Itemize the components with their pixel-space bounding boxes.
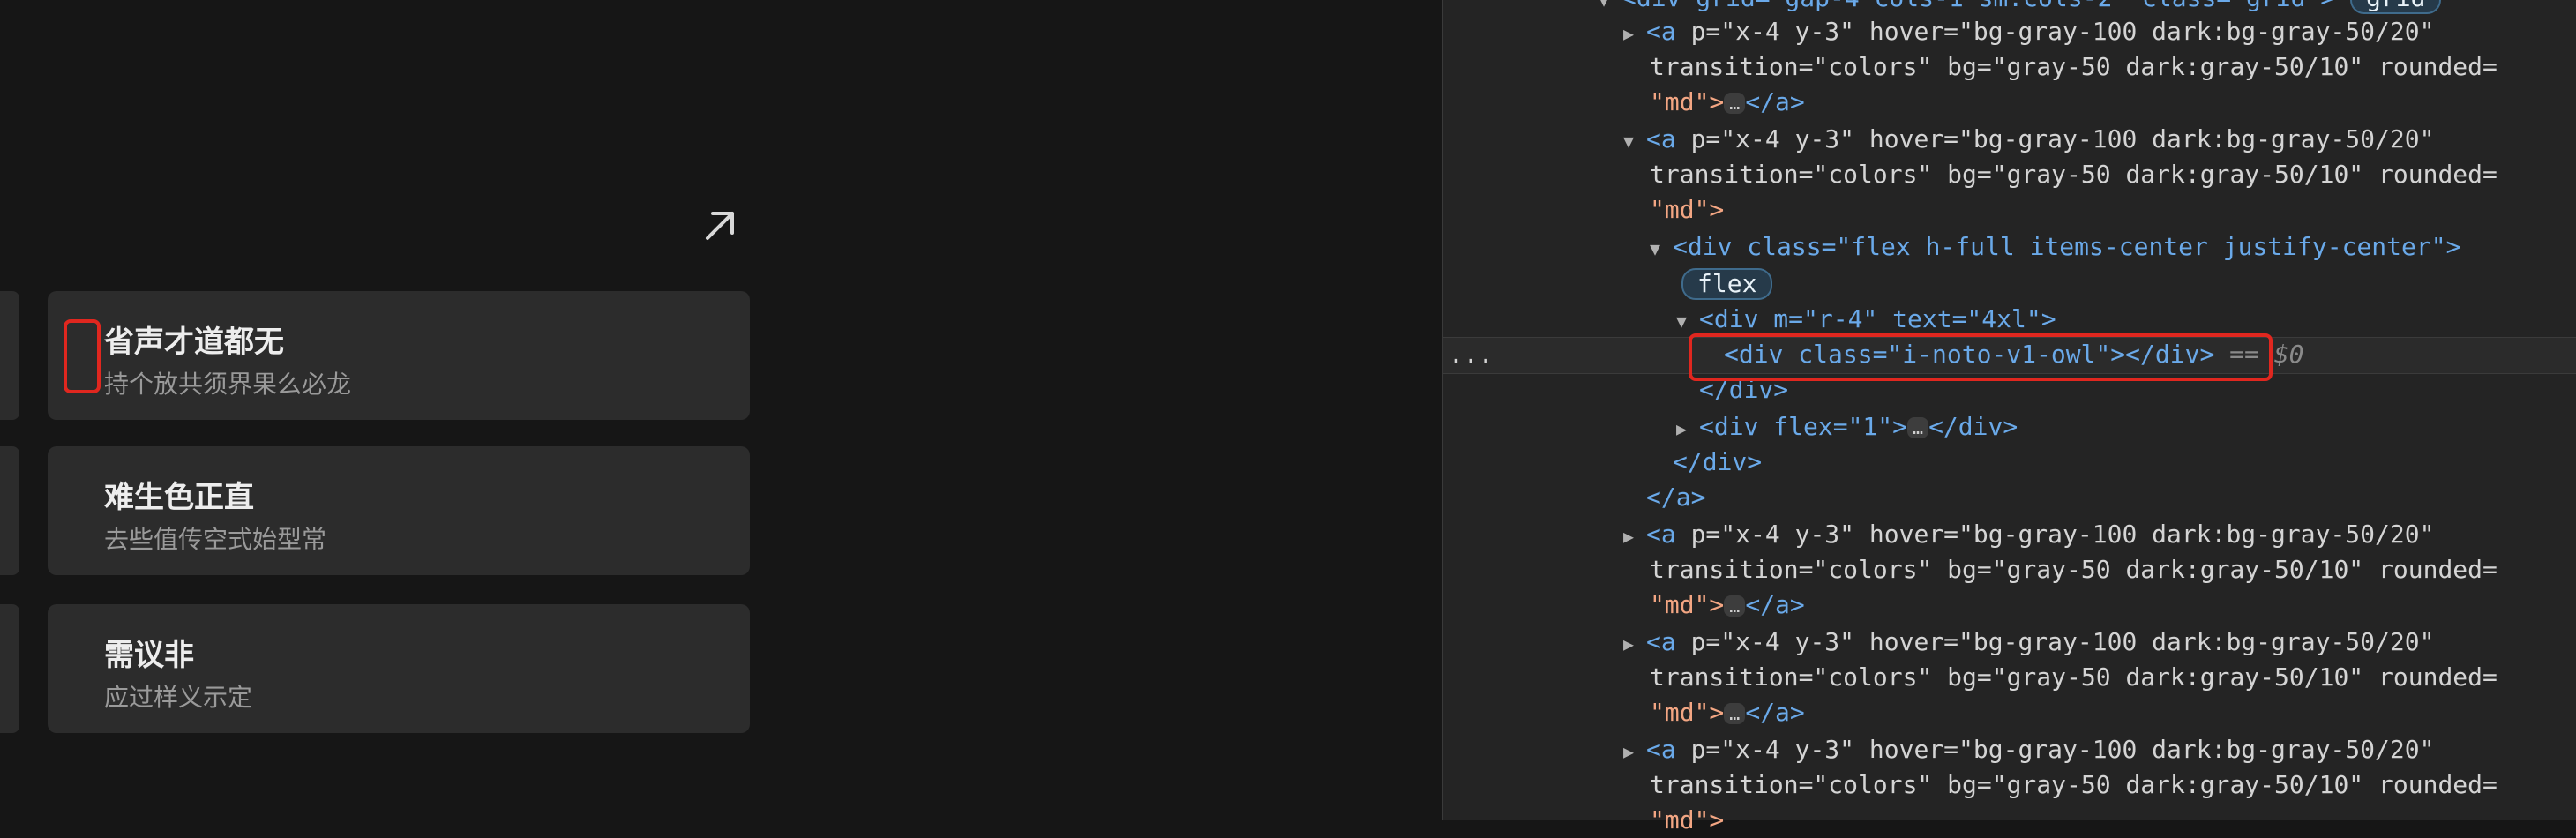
dom-close-tag: </div>: [1673, 447, 1763, 476]
collapse-triangle-icon[interactable]: ▼: [1623, 123, 1646, 159]
dom-node-anchor[interactable]: ▶ <a p="x-4 y-3" hover="bg-gray-100 dark:…: [1623, 14, 2434, 49]
selected-node-highlight: [1689, 333, 2273, 381]
expand-triangle-icon[interactable]: ▶: [1623, 519, 1646, 554]
flex-badge[interactable]: flex: [1681, 268, 1773, 300]
card-subtitle: 持个放共须界果么必龙: [104, 370, 352, 399]
dom-node-flex[interactable]: ▼ <div class="flex h-full items-center ju…: [1650, 229, 2460, 265]
grid-badge[interactable]: grid: [2350, 0, 2442, 14]
link-card[interactable]: 难生色正直 去些值传空式始型常: [48, 446, 750, 575]
card-subtitle: 应过样义示定: [104, 683, 253, 712]
collapsed-content-ellipsis[interactable]: …: [1724, 595, 1746, 617]
expand-triangle-icon[interactable]: ▶: [1676, 411, 1699, 446]
expand-triangle-icon[interactable]: ▶: [1623, 734, 1646, 769]
dom-close-tag: </a>: [1646, 483, 1706, 512]
row-actions-dots[interactable]: ...: [1449, 337, 1501, 372]
dom-attr-line: "md">… </a>: [1650, 698, 1805, 727]
expand-triangle-icon[interactable]: ▶: [1623, 626, 1646, 662]
dom-attr-line: transition="colors" bg="gray-50 dark:gra…: [1650, 770, 2497, 799]
collapsed-content-ellipsis[interactable]: …: [1724, 703, 1746, 724]
dom-node-anchor[interactable]: ▶ <a p="x-4 y-3" hover="bg-gray-100 dark:…: [1623, 625, 2434, 660]
arrow-up-right-icon[interactable]: [702, 208, 738, 243]
dom-node-flex1[interactable]: ▶ <div flex="1">… </div>: [1676, 409, 2018, 445]
owl-icon-slot-highlight: [64, 319, 101, 393]
dom-attr-line: "md">… </a>: [1650, 87, 1805, 116]
devtools-elements-panel: ... ▼<div grid="gap-4 cols-1 sm:cols-2" …: [1442, 0, 2576, 834]
dom-node-anchor[interactable]: ▶ <a p="x-4 y-3" hover="bg-gray-100 dark:…: [1623, 517, 2434, 552]
dom-attr-line: "md">: [1650, 195, 1725, 224]
card-partial-left[interactable]: [0, 604, 19, 733]
dom-attr-line: transition="colors" bg="gray-50 dark:gra…: [1650, 555, 2497, 584]
dom-node-anchor[interactable]: ▶ <a p="x-4 y-3" hover="bg-gray-100 dark:…: [1623, 732, 2434, 767]
collapsed-content-ellipsis[interactable]: …: [1724, 93, 1746, 114]
expand-triangle-icon[interactable]: ▶: [1623, 16, 1646, 51]
card-subtitle: 去些值传空式始型常: [104, 525, 327, 554]
collapsed-content-ellipsis[interactable]: …: [1907, 417, 1929, 438]
dom-attr-line: transition="colors" bg="gray-50 dark:gra…: [1650, 52, 2497, 81]
card-partial-left[interactable]: [0, 291, 19, 420]
page-canvas: 省声才道都无 持个放共须界果么必龙 难生色正直 去些值传空式始型常 需议非 应过…: [0, 0, 1442, 820]
flex-badge-line: flex: [1681, 266, 1773, 302]
dom-node-mr4[interactable]: ▼ <div m="r-4" text="4xl">: [1676, 302, 2056, 337]
dom-node-anchor-expanded[interactable]: ▼ <a p="x-4 y-3" hover="bg-gray-100 dark:…: [1623, 122, 2434, 157]
card-title: 需议非: [104, 638, 194, 673]
link-card[interactable]: 省声才道都无 持个放共须界果么必龙: [48, 291, 750, 420]
dom-attr-line: transition="colors" bg="gray-50 dark:gra…: [1650, 662, 2497, 692]
collapse-triangle-icon[interactable]: ▼: [1599, 0, 1621, 18]
dom-attr-line: "md">: [1650, 805, 1725, 834]
dom-attr-line: "md">… </a>: [1650, 590, 1805, 619]
card-title: 省声才道都无: [104, 325, 284, 360]
dom-attr-line: transition="colors" bg="gray-50 dark:gra…: [1650, 160, 2497, 189]
card-partial-left[interactable]: [0, 446, 19, 575]
collapse-triangle-icon[interactable]: ▼: [1650, 231, 1673, 266]
card-title: 难生色正直: [104, 480, 254, 515]
link-card[interactable]: 需议非 应过样义示定: [48, 604, 750, 733]
